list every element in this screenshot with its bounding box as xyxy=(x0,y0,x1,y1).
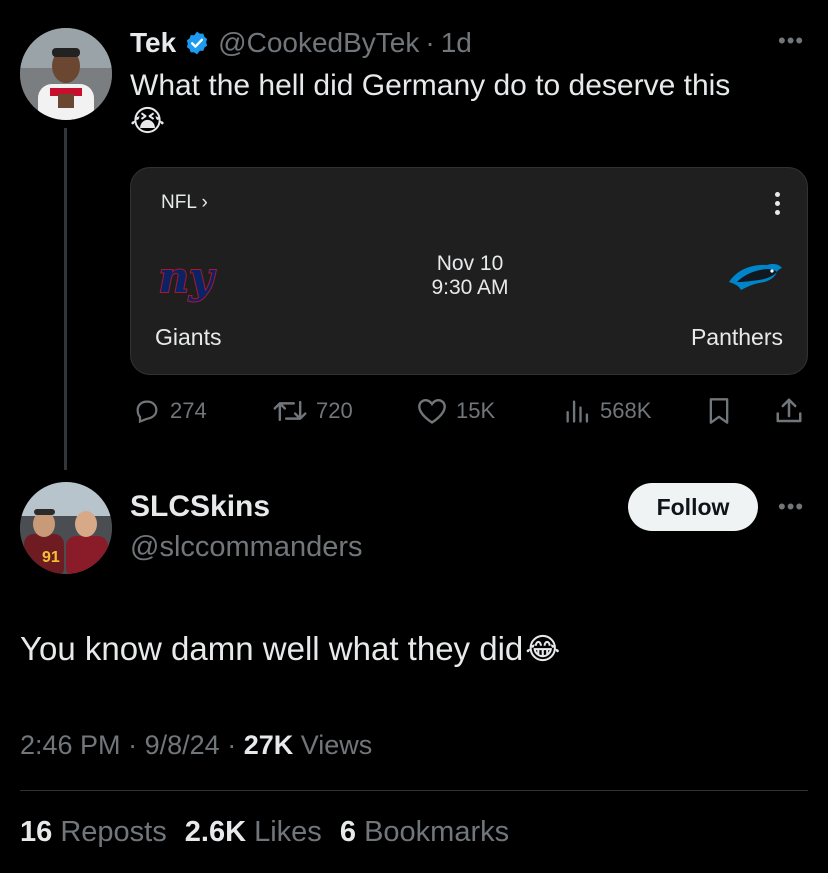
reposts-label: Reposts xyxy=(60,816,167,848)
more-options-icon[interactable]: ••• xyxy=(778,30,804,52)
share-button[interactable] xyxy=(774,395,812,427)
bookmarks-count: 6 xyxy=(339,816,357,848)
separator-dot: · xyxy=(425,27,435,58)
game-card[interactable]: NFL › ny Nov 10 9:30 AM Giants Panthers xyxy=(130,167,808,375)
bookmark-icon xyxy=(709,398,729,424)
views-label: Views xyxy=(300,730,373,760)
bookmark-button[interactable] xyxy=(706,395,740,427)
reply-button[interactable]: 274 xyxy=(132,395,207,427)
avatar[interactable]: 91 xyxy=(20,482,112,574)
game-datetime: Nov 10 9:30 AM xyxy=(131,252,809,300)
verified-badge-icon xyxy=(184,30,210,56)
more-options-icon[interactable]: ••• xyxy=(778,496,804,518)
likes-label: Likes xyxy=(254,816,322,848)
reply-icon xyxy=(136,400,158,424)
share-icon xyxy=(776,398,802,423)
reply-count: 274 xyxy=(170,398,207,423)
separator-dot: · xyxy=(128,730,138,760)
away-team-name: Panthers xyxy=(690,324,783,350)
thread-connector-line xyxy=(64,128,67,470)
repost-count: 720 xyxy=(316,398,353,423)
post-time[interactable]: 2:46 PM xyxy=(20,730,121,760)
post-date[interactable]: 9/8/24 xyxy=(145,730,220,760)
views-count: 27K xyxy=(243,730,294,760)
repost-button[interactable]: 720 xyxy=(272,395,353,427)
crying-emoji: 😭 xyxy=(130,105,166,138)
card-more-icon[interactable] xyxy=(775,192,781,219)
reposts-stat[interactable]: 16 Reposts xyxy=(20,816,167,848)
like-button[interactable]: 15K xyxy=(416,395,495,427)
home-team-name: Giants xyxy=(155,324,222,350)
user-handle[interactable]: @slccommanders xyxy=(130,531,363,564)
tweet-body: You know damn well what they did xyxy=(20,630,524,667)
views-button[interactable]: 568K xyxy=(562,395,651,427)
avatar[interactable] xyxy=(20,28,112,120)
user-handle[interactable]: @CookedByTek xyxy=(218,27,419,59)
bookmarks-label: Bookmarks xyxy=(364,816,510,848)
display-name[interactable]: SLCSkins xyxy=(130,490,270,524)
follow-button[interactable]: Follow xyxy=(628,483,758,531)
tweet-time[interactable]: 1d xyxy=(441,27,472,59)
svg-text:91: 91 xyxy=(42,549,60,566)
engagement-stats: 16 Reposts 2.6K Likes 6 Bookmarks xyxy=(20,816,509,849)
repost-icon xyxy=(273,400,307,422)
display-name[interactable]: Tek xyxy=(130,27,176,59)
separator-dot: · xyxy=(227,730,237,760)
game-time: 9:30 AM xyxy=(431,276,509,299)
tweet-meta: 2:46 PM · 9/8/24 · 27K Views xyxy=(20,730,372,761)
bookmarks-stat[interactable]: 6 Bookmarks xyxy=(340,816,509,848)
heart-icon xyxy=(418,398,446,424)
tweet-text: You know damn well what they did 😂 xyxy=(20,630,560,668)
like-count: 15K xyxy=(456,398,496,423)
tweet-text: What the hell did Germany do to deserve … xyxy=(130,68,810,140)
divider xyxy=(20,790,808,791)
laughing-emoji: 😂 xyxy=(525,632,561,666)
likes-stat[interactable]: 2.6K Likes xyxy=(185,816,322,848)
league-link[interactable]: NFL › xyxy=(161,192,208,214)
view-count: 568K xyxy=(600,398,652,423)
tweet-body: What the hell did Germany do to deserve … xyxy=(130,69,731,102)
likes-count: 2.6K xyxy=(184,816,247,848)
game-date: Nov 10 xyxy=(436,252,504,275)
analytics-icon xyxy=(566,400,589,423)
tweet-header: Tek @CookedByTek · 1d xyxy=(130,26,472,60)
panthers-logo-icon xyxy=(727,260,783,297)
reposts-count: 16 xyxy=(20,816,53,848)
